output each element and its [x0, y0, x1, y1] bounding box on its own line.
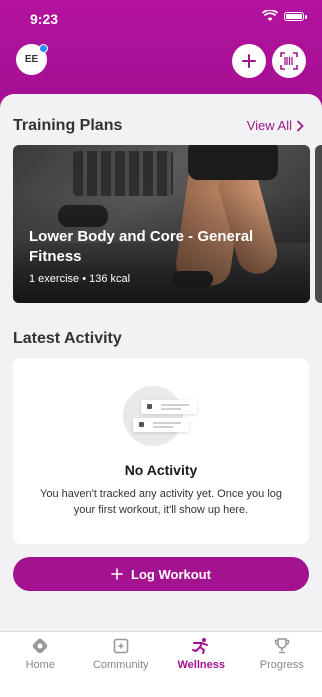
- chevron-right-icon: [296, 120, 304, 132]
- log-workout-label: Log Workout: [131, 567, 211, 582]
- home-icon: [31, 637, 49, 655]
- tab-home-label: Home: [26, 659, 55, 671]
- training-plans-heading: Training Plans: [13, 117, 122, 135]
- plus-icon: [111, 568, 123, 580]
- scan-button[interactable]: [272, 44, 306, 78]
- wellness-icon: [191, 637, 211, 655]
- barcode-scan-icon: [280, 52, 298, 70]
- community-icon: [112, 637, 130, 655]
- next-plan-card-peek[interactable]: [315, 145, 322, 303]
- plus-icon: [241, 53, 257, 69]
- add-button[interactable]: [232, 44, 266, 78]
- notification-dot: [39, 44, 48, 53]
- training-plan-card[interactable]: Lower Body and Core - General Fitness 1 …: [13, 145, 310, 303]
- status-time: 9:23: [30, 11, 58, 27]
- view-all-link[interactable]: View All: [247, 118, 304, 133]
- activity-card: No Activity You haven't tracked any acti…: [13, 358, 309, 544]
- view-all-label: View All: [247, 118, 292, 133]
- latest-activity-heading: Latest Activity: [13, 330, 122, 348]
- plan-title: Lower Body and Core - General Fitness: [29, 227, 289, 267]
- tab-bar: Home Community Wellness Progress: [0, 631, 322, 697]
- avatar-initials: EE: [25, 54, 38, 65]
- empty-state-illustration: [123, 386, 183, 446]
- wifi-icon: [262, 10, 278, 22]
- tab-progress-label: Progress: [260, 659, 304, 671]
- trophy-icon: [273, 637, 291, 655]
- battery-icon: [284, 12, 304, 21]
- tab-community-label: Community: [93, 659, 149, 671]
- tab-community[interactable]: Community: [81, 632, 162, 697]
- tab-home[interactable]: Home: [0, 632, 81, 697]
- empty-state-description: You haven't tracked any activity yet. On…: [31, 486, 291, 518]
- status-icons: [262, 10, 304, 22]
- illustration-card: [141, 400, 197, 414]
- tab-wellness[interactable]: Wellness: [161, 632, 242, 697]
- tab-progress[interactable]: Progress: [242, 632, 322, 697]
- avatar[interactable]: EE: [16, 44, 47, 75]
- illustration-card: [133, 418, 189, 432]
- empty-state-title: No Activity: [13, 462, 309, 478]
- tab-wellness-label: Wellness: [178, 659, 226, 671]
- log-workout-button[interactable]: Log Workout: [13, 557, 309, 591]
- plan-meta: 1 exercise • 136 kcal: [29, 273, 130, 285]
